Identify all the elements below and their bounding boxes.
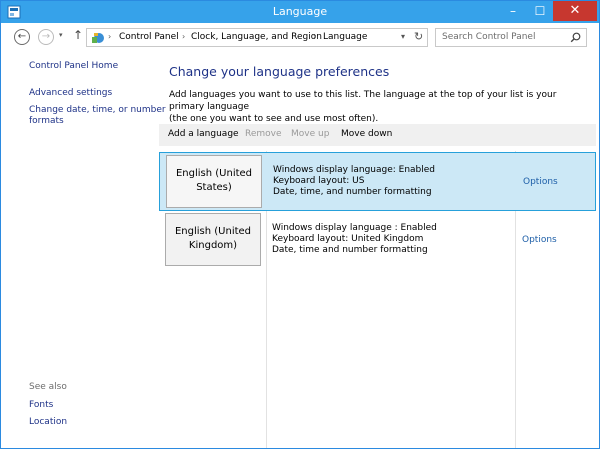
maximize-button[interactable]: ☐: [527, 1, 553, 21]
language-details: Windows display language : Enabled Keybo…: [272, 223, 437, 256]
up-arrow-icon[interactable]: ↑: [73, 28, 83, 42]
language-window: Language – ☐ ✕ ← → ▾ ↑ › Control Panel ›…: [0, 0, 600, 449]
change-date-time-formats-link[interactable]: Change date, time, or number: [29, 105, 166, 115]
breadcrumb-separator: ›: [182, 32, 186, 41]
remove-button[interactable]: Remove: [245, 129, 282, 139]
keyboard-layout: Keyboard layout: US: [273, 176, 365, 186]
formatting-info: Date, time, and number formatting: [273, 187, 432, 197]
search-icon[interactable]: [570, 32, 581, 43]
formatting-info: Date, time and number formatting: [272, 245, 428, 255]
see-also-heading: See also: [29, 382, 67, 392]
navigation-bar: ← → ▾ ↑ › Control Panel › Clock, Languag…: [1, 23, 599, 51]
options-link-english-us[interactable]: Options: [523, 177, 558, 187]
search-placeholder: Search Control Panel: [442, 32, 536, 42]
recent-locations-chevron-icon[interactable]: ▾: [59, 31, 63, 39]
search-box[interactable]: Search Control Panel: [435, 28, 587, 47]
display-language-status: Windows display language : Enabled: [272, 223, 437, 233]
page-title: Change your language preferences: [169, 64, 390, 79]
keyboard-layout: Keyboard layout: United Kingdom: [272, 234, 424, 244]
language-name: States): [196, 182, 232, 193]
title-bar[interactable]: Language – ☐ ✕: [1, 1, 599, 23]
page-description: Add languages you want to use to this li…: [169, 89, 589, 125]
fonts-link[interactable]: Fonts: [29, 400, 53, 410]
language-toolbar: Add a language Remove Move up Move down: [159, 124, 596, 146]
language-tile-english-uk[interactable]: English (United Kingdom): [165, 213, 261, 266]
language-name: Kingdom): [188, 240, 238, 251]
control-panel-home-link[interactable]: Control Panel Home: [29, 61, 118, 71]
language-row-english-us[interactable]: English (United States) Windows display …: [159, 152, 596, 211]
language-name: English (United: [175, 168, 253, 179]
options-link-english-uk[interactable]: Options: [522, 235, 557, 245]
back-arrow-icon[interactable]: ←: [14, 29, 30, 45]
forward-arrow-icon[interactable]: →: [38, 29, 54, 45]
language-tile-english-us[interactable]: English (United States): [166, 155, 262, 208]
add-language-button[interactable]: Add a language: [168, 129, 239, 139]
display-language-status: Windows display language: Enabled: [273, 165, 436, 175]
breadcrumb-language[interactable]: Language: [323, 32, 367, 42]
address-bar[interactable]: › Control Panel › Clock, Language, and R…: [86, 28, 428, 47]
location-link[interactable]: Location: [29, 417, 67, 427]
breadcrumb-separator: ›: [108, 32, 112, 41]
advanced-settings-link[interactable]: Advanced settings: [29, 88, 112, 98]
close-button[interactable]: ✕: [553, 1, 597, 21]
breadcrumb-control-panel[interactable]: Control Panel: [119, 32, 179, 42]
refresh-icon[interactable]: ↻: [414, 30, 423, 43]
language-list: English (United States) Windows display …: [159, 151, 596, 448]
description-line-1: Add languages you want to use to this li…: [169, 90, 557, 112]
move-down-button[interactable]: Move down: [341, 129, 392, 139]
minimize-button[interactable]: –: [499, 1, 527, 21]
language-name: English (United: [174, 226, 252, 237]
change-date-time-formats-link-line2[interactable]: formats: [29, 116, 64, 126]
language-row-english-uk[interactable]: English (United Kingdom) Windows display…: [159, 211, 596, 270]
breadcrumb-separator: ›: [313, 32, 317, 41]
control-panel-icon: [92, 33, 104, 43]
breadcrumb-clock-language-region[interactable]: Clock, Language, and Region: [191, 32, 322, 42]
language-details: Windows display language: Enabled Keyboa…: [273, 165, 435, 198]
address-dropdown-icon[interactable]: ▾: [401, 32, 405, 41]
move-up-button[interactable]: Move up: [291, 129, 329, 139]
